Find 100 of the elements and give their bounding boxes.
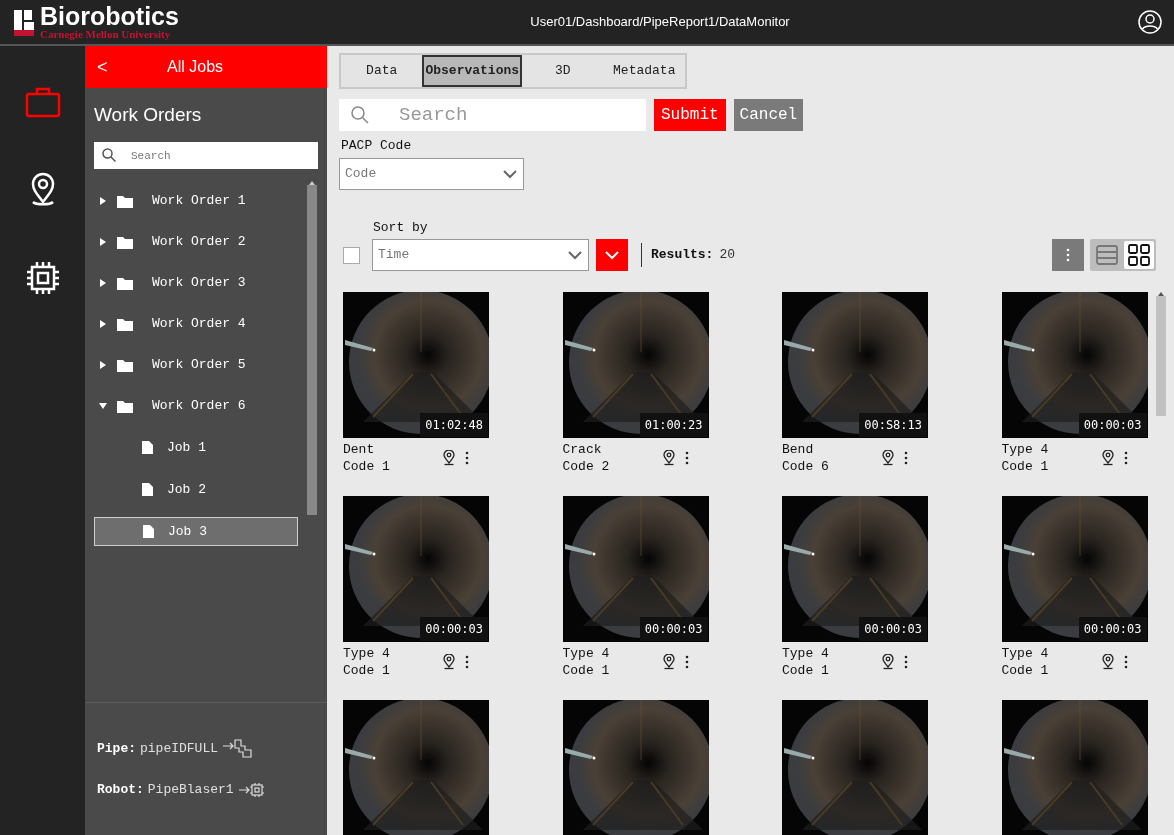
- caret-right-icon[interactable]: [100, 197, 106, 205]
- caret-right-icon[interactable]: [100, 238, 106, 246]
- pacp-code-dropdown[interactable]: Code: [339, 157, 524, 190]
- caret-right-icon[interactable]: [100, 279, 106, 287]
- tab[interactable]: Data: [341, 55, 423, 87]
- work-order-label: Work Order 5: [152, 356, 246, 375]
- observation-type: Type 4: [782, 645, 830, 662]
- work-order-item[interactable]: Work Order 1: [85, 180, 307, 222]
- timestamp: 00:00:03: [859, 617, 927, 641]
- work-order-item[interactable]: Work Order 4: [85, 303, 307, 345]
- map-pin-icon[interactable]: [882, 450, 894, 466]
- job-label: Job 3: [168, 522, 207, 541]
- caret-right-icon[interactable]: [100, 361, 106, 369]
- observation-type: Type 4: [1001, 645, 1050, 662]
- back-button[interactable]: <: [97, 53, 167, 81]
- timestamp: 01:00:23: [639, 413, 708, 437]
- list-icon: [1096, 245, 1118, 265]
- info-value: pipeIDFULL: [140, 739, 219, 758]
- grid-view-button[interactable]: [1124, 241, 1154, 269]
- caret-down-icon[interactable]: [99, 403, 107, 409]
- info-label: Robot:: [97, 781, 144, 800]
- work-order-item[interactable]: Work Order 3: [85, 262, 307, 304]
- chevron-down-icon: [502, 168, 518, 179]
- tab[interactable]: Metadata: [603, 55, 685, 87]
- folder-icon: [117, 399, 133, 413]
- observation-type: Type 4: [1001, 441, 1050, 458]
- submit-button[interactable]: Submit: [654, 99, 726, 131]
- observation-code: Code 1: [343, 662, 391, 679]
- job-item[interactable]: Job 3: [94, 517, 298, 546]
- folder-icon: [117, 235, 133, 249]
- tab[interactable]: Observations: [422, 55, 523, 87]
- work-order-label: Work Order 2: [152, 233, 246, 252]
- observation-code: Code 6: [782, 458, 830, 475]
- scrollbar-thumb[interactable]: [307, 184, 317, 515]
- sort-direction-button[interactable]: [596, 239, 628, 271]
- observation-code: Code 1: [343, 458, 391, 475]
- arrow-pipe-icon[interactable]: [222, 738, 253, 759]
- tab[interactable]: 3D: [522, 55, 604, 87]
- search-icon: [102, 147, 116, 162]
- observation-code: Code 1: [1001, 458, 1050, 475]
- search-field[interactable]: Search: [339, 99, 646, 131]
- map-pin-icon[interactable]: [882, 654, 894, 670]
- folder-icon: [117, 358, 133, 372]
- more-icon[interactable]: [1123, 655, 1128, 669]
- all-jobs-title: All Jobs: [167, 57, 224, 77]
- map-pin-icon[interactable]: [662, 450, 675, 466]
- results-label: Results:: [651, 246, 714, 265]
- more-icon[interactable]: [465, 655, 469, 669]
- university-name: Carnegie Mellon University: [40, 29, 172, 40]
- map-pin-icon[interactable]: [443, 450, 455, 466]
- map-pin-icon[interactable]: [662, 654, 675, 670]
- select-all-checkbox[interactable]: [343, 246, 360, 264]
- job-item[interactable]: Job 1: [94, 433, 298, 462]
- pacp-code-label: PACP Code: [341, 137, 413, 155]
- map-pin-icon[interactable]: [443, 654, 455, 670]
- all-jobs-bar[interactable]: < All Jobs: [85, 46, 327, 88]
- work-order-item[interactable]: Work Order 6: [85, 385, 307, 427]
- info-label: Pipe:: [97, 739, 136, 758]
- work-order-label: Work Order 3: [152, 274, 246, 293]
- info-value: PipeBlaser1: [147, 781, 234, 800]
- sort-dropdown[interactable]: Time: [372, 239, 589, 271]
- scrollbar-thumb[interactable]: [1156, 296, 1166, 416]
- file-icon: [142, 441, 153, 454]
- observation-type: Dent: [343, 441, 376, 458]
- observation-type: Bend: [782, 441, 815, 458]
- observation-code: Code 1: [562, 662, 611, 679]
- timestamp: 00:S8:13: [859, 413, 927, 437]
- timestamp: 00:00:03: [1078, 617, 1147, 641]
- caret-right-icon[interactable]: [100, 320, 106, 328]
- observation-code: Code 1: [782, 662, 830, 679]
- map-pin-icon[interactable]: [1101, 654, 1114, 670]
- cancel-button[interactable]: Cancel: [733, 99, 804, 131]
- job-item[interactable]: Job 2: [94, 475, 298, 504]
- work-orders-heading: Work Orders: [93, 103, 203, 127]
- chip-icon[interactable]: [24, 260, 61, 296]
- more-icon[interactable]: [465, 451, 469, 465]
- results-count: 20: [719, 246, 736, 265]
- sort-by-label: Sort by: [373, 218, 429, 237]
- more-icon[interactable]: [684, 451, 689, 465]
- observation-type: Type 4: [343, 645, 391, 662]
- more-icon[interactable]: [904, 655, 908, 669]
- folder-icon: [117, 194, 133, 208]
- timestamp: 00:00:03: [639, 617, 708, 641]
- work-order-label: Work Order 1: [152, 192, 246, 211]
- chevron-down-icon: [604, 250, 620, 260]
- job-label: Job 1: [167, 438, 206, 457]
- more-icon[interactable]: [684, 655, 689, 669]
- work-order-item[interactable]: Work Order 2: [85, 221, 307, 263]
- more-icon: [1066, 248, 1070, 262]
- map-pin-icon[interactable]: [1101, 450, 1114, 466]
- job-label: Job 2: [167, 480, 206, 499]
- more-icon[interactable]: [1123, 451, 1128, 465]
- work-order-item[interactable]: Work Order 5: [85, 344, 307, 386]
- more-icon[interactable]: [904, 451, 908, 465]
- observation-code: Code 1: [1001, 662, 1050, 679]
- arrow-chip-icon[interactable]: [237, 782, 266, 798]
- timestamp: 01:02:48: [420, 413, 488, 437]
- folder-icon: [117, 317, 133, 331]
- user-icon[interactable]: [1138, 10, 1162, 34]
- sidebar-search-field[interactable]: Search: [94, 142, 318, 169]
